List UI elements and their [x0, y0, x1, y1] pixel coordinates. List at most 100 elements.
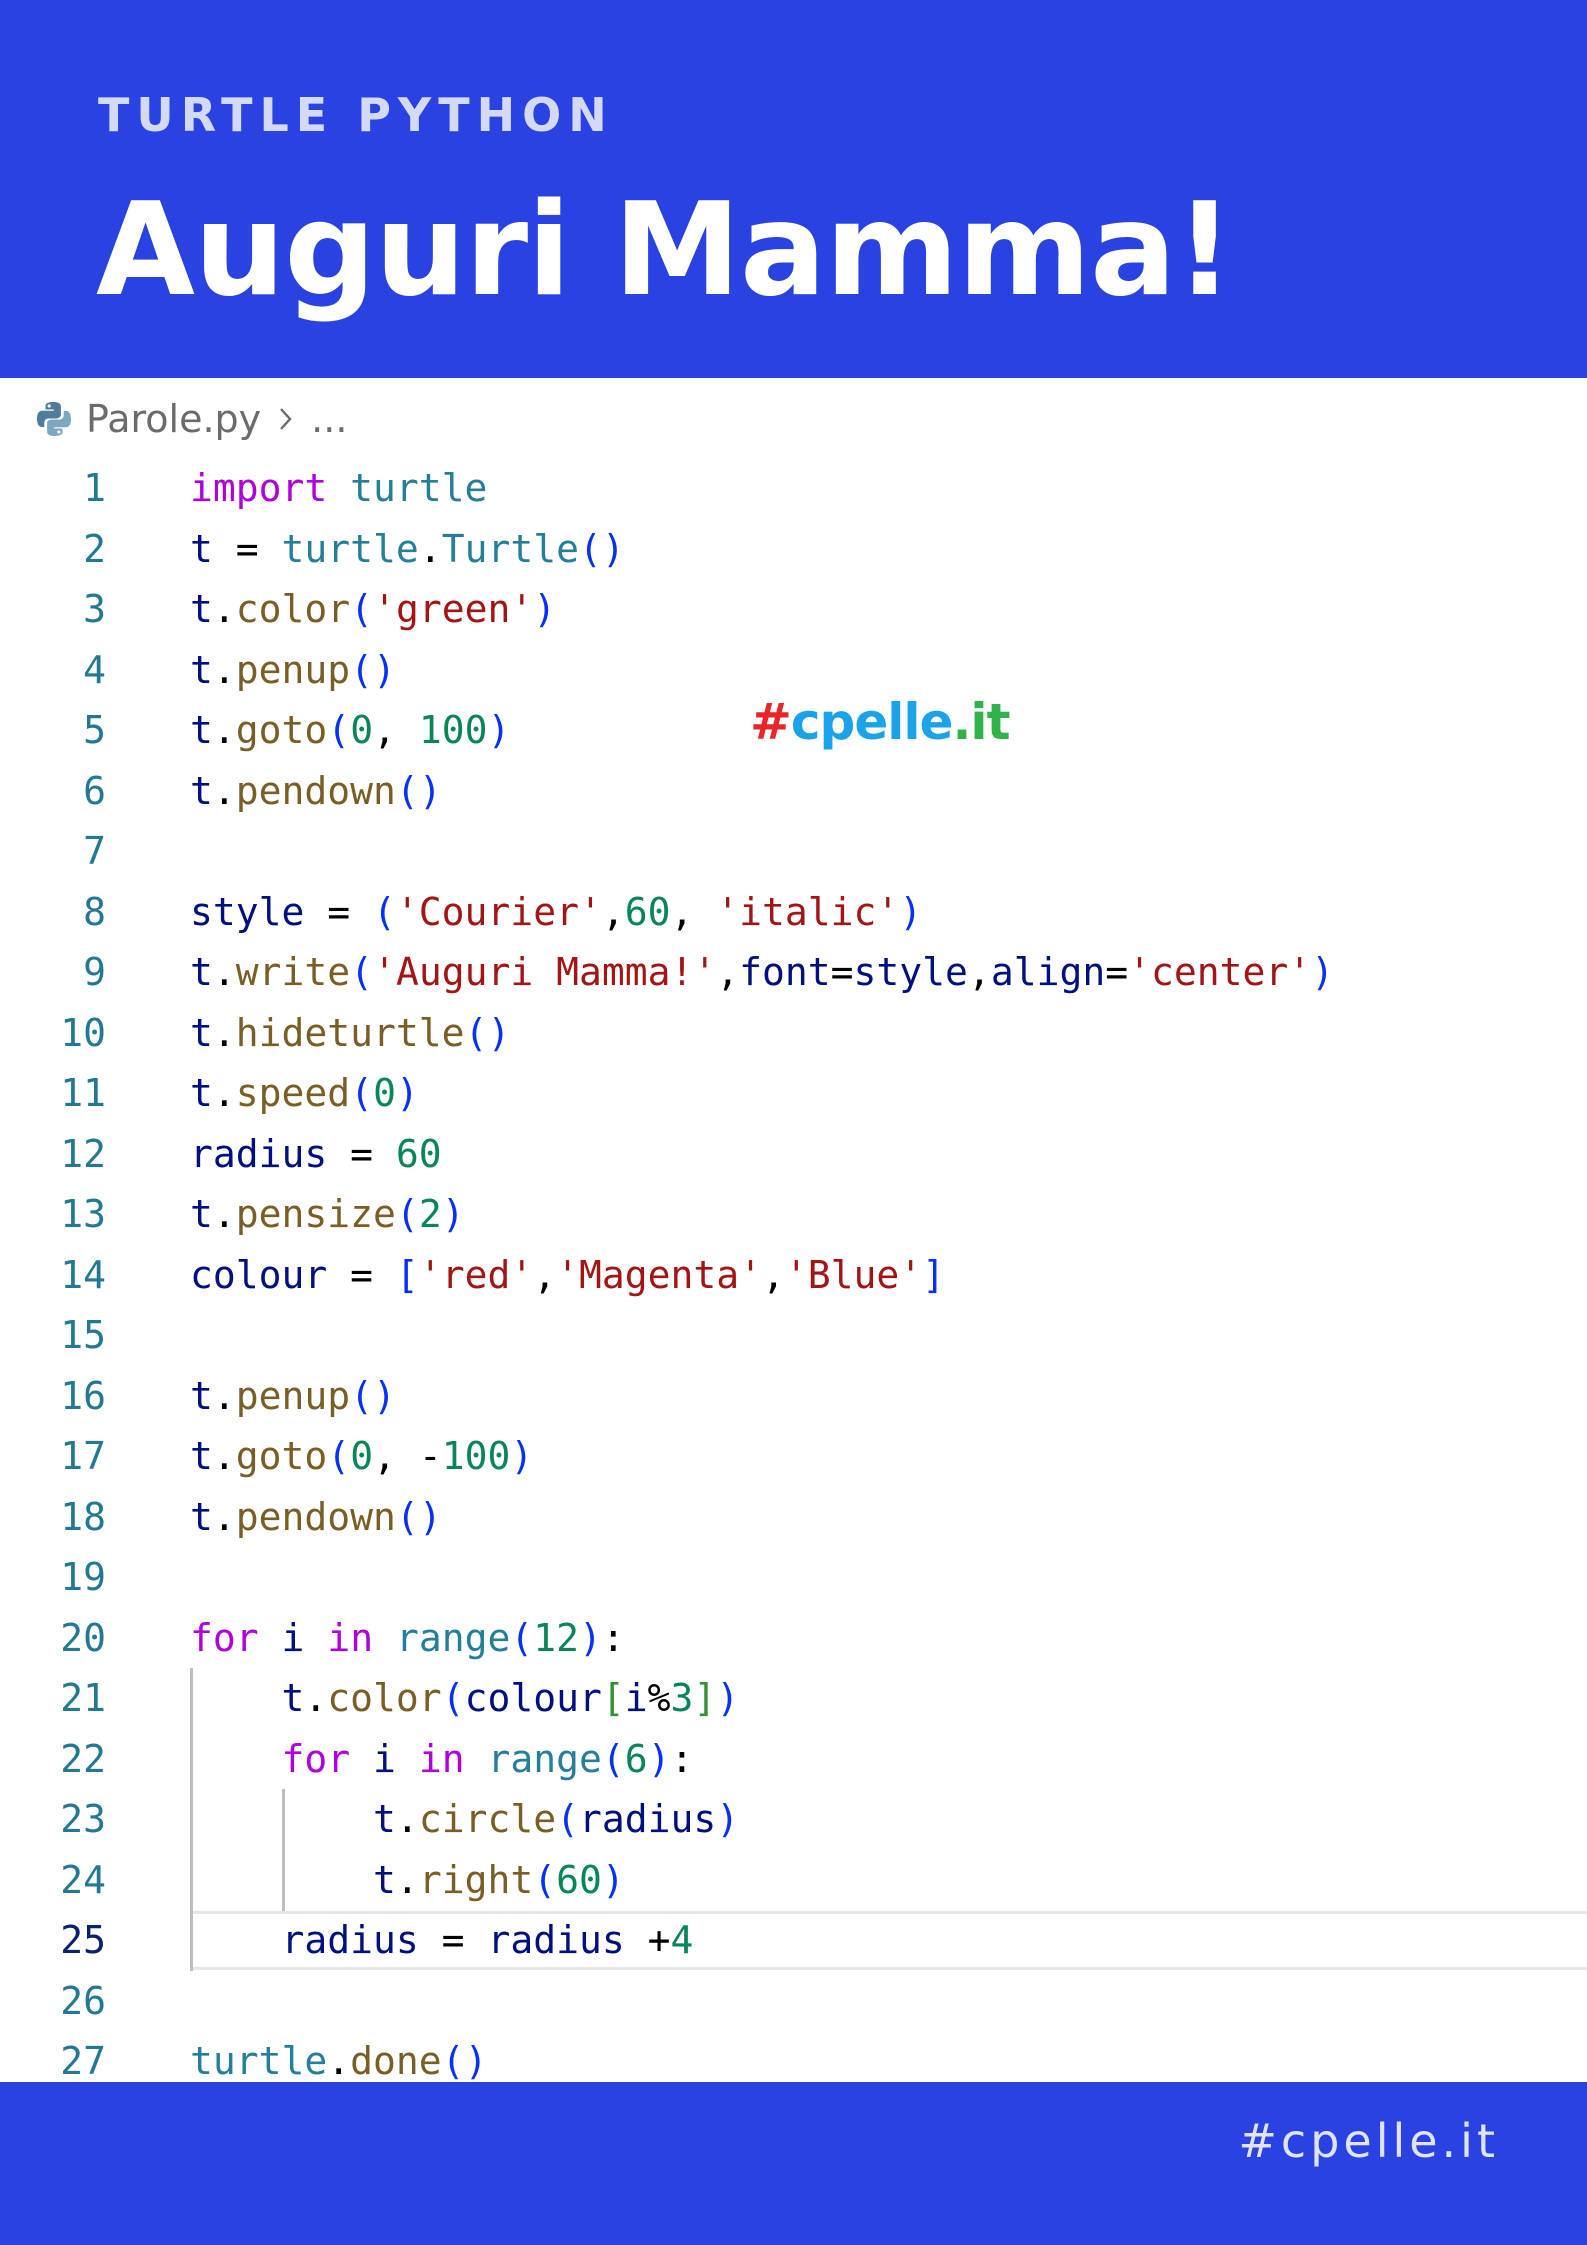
code-token: .	[212, 708, 236, 753]
code-editor[interactable]: Parole.py ... 1 import turtle 2 t = turtle.…	[0, 378, 1587, 2082]
code-text[interactable]: colour = ['red','Magenta','Blue']	[190, 1253, 945, 1297]
code-line[interactable]: 25 radius = radius +4	[0, 1910, 1587, 1971]
code-token: (	[601, 1736, 625, 1781]
code-text[interactable]: t.pendown()	[190, 769, 442, 813]
code-text[interactable]: style = ('Courier',60, 'italic')	[190, 890, 922, 934]
code-text[interactable]: t.hideturtle()	[190, 1011, 510, 1055]
code-token: )	[510, 1434, 534, 1479]
code-token: 'red'	[418, 1252, 534, 1297]
code-token: write	[235, 950, 351, 995]
code-token: :	[601, 1615, 625, 1660]
code-line[interactable]: 2 t = turtle.Turtle()	[0, 519, 1587, 580]
code-token: font	[739, 950, 831, 995]
code-token: t	[281, 1676, 305, 1721]
code-line[interactable]: 9 t.write('Auguri Mamma!',font=style,alig…	[0, 942, 1587, 1003]
code-line[interactable]: 7	[0, 821, 1587, 882]
code-line[interactable]: 11 t.speed(0)	[0, 1063, 1587, 1124]
breadcrumb-filename[interactable]: Parole.py	[86, 397, 261, 441]
code-token: right	[418, 1857, 534, 1902]
code-line[interactable]: 13 t.pensize(2)	[0, 1184, 1587, 1245]
code-token: ()	[464, 1010, 511, 1055]
code-token: )	[395, 1071, 419, 1116]
code-line[interactable]: 19	[0, 1547, 1587, 1608]
code-token: +	[624, 1918, 671, 1963]
code-text[interactable]: t.color(colour[i%3])	[190, 1676, 740, 1721]
code-text[interactable]: t.color('green')	[190, 587, 556, 631]
line-number: 11	[60, 1071, 106, 1116]
code-text[interactable]: t.penup()	[190, 648, 396, 692]
code-text[interactable]: t.pendown()	[190, 1495, 442, 1539]
code-text[interactable]: t.penup()	[190, 1374, 396, 1418]
code-text[interactable]: t.right(60)	[190, 1858, 625, 1902]
code-line[interactable]: 3 t.color('green')	[0, 579, 1587, 640]
code-token: .	[212, 950, 236, 995]
code-text[interactable]: radius = 60	[190, 1132, 442, 1176]
code-token: .	[212, 587, 236, 632]
code-line[interactable]: 27 turtle.done()	[0, 2031, 1587, 2082]
code-token: colour	[464, 1676, 602, 1721]
code-line[interactable]: 14 colour = ['red','Magenta','Blue']	[0, 1245, 1587, 1306]
code-line[interactable]: 21 t.color(colour[i%3])	[0, 1668, 1587, 1729]
code-text[interactable]: t.circle(radius)	[190, 1797, 739, 1841]
code-text[interactable]: t.goto(0, 100)	[190, 708, 510, 752]
code-line[interactable]: 22 for i in range(6):	[0, 1729, 1587, 1790]
line-number: 8	[83, 889, 106, 934]
code-token: radius	[578, 1797, 717, 1842]
breadcrumb[interactable]: Parole.py ...	[34, 394, 347, 444]
code-text[interactable]: t = turtle.Turtle()	[190, 527, 625, 571]
code-token: goto	[235, 1434, 328, 1479]
code-line[interactable]: 23 t.circle(radius)	[0, 1789, 1587, 1850]
code-text[interactable]: t.speed(0)	[190, 1071, 419, 1115]
code-text[interactable]: t.pensize(2)	[190, 1192, 465, 1236]
code-token: colour	[190, 1252, 328, 1297]
breadcrumb-ellipsis[interactable]: ...	[311, 397, 347, 441]
code-token: import	[190, 466, 328, 511]
code-line[interactable]: 20 for i in range(12):	[0, 1608, 1587, 1669]
code-text[interactable]: radius = radius +4	[190, 1918, 694, 1963]
line-number: 7	[83, 829, 106, 874]
code-token: )	[1311, 950, 1335, 995]
code-text[interactable]: for i in range(6):	[190, 1736, 694, 1781]
line-number: 17	[60, 1434, 106, 1479]
line-number: 15	[60, 1313, 106, 1358]
code-token: t	[190, 1373, 213, 1418]
watermark-name: cpelle	[790, 693, 954, 751]
line-number: 27	[60, 2039, 106, 2082]
code-token: align	[990, 950, 1106, 995]
code-line[interactable]: 18 t.pendown()	[0, 1487, 1587, 1548]
code-token: t	[190, 768, 213, 813]
code-text[interactable]: turtle.done()	[190, 2039, 487, 2082]
code-token: ]	[693, 1676, 717, 1721]
code-token: i	[373, 1736, 396, 1781]
code-text[interactable]: import turtle	[190, 466, 487, 510]
code-token: ()	[350, 647, 396, 692]
code-text[interactable]: t.goto(0, -100)	[190, 1434, 533, 1478]
code-token: turtle	[281, 526, 419, 571]
code-token: )	[716, 1797, 740, 1842]
code-token: t	[190, 950, 213, 995]
code-line[interactable]: 16 t.penup()	[0, 1366, 1587, 1427]
code-token: t	[190, 708, 213, 753]
code-line[interactable]: 12 radius = 60	[0, 1124, 1587, 1185]
code-line[interactable]: 1 import turtle	[0, 458, 1587, 519]
code-token: )	[487, 708, 511, 753]
code-line[interactable]: 10 t.hideturtle()	[0, 1003, 1587, 1064]
code-token: radius	[487, 1918, 625, 1963]
code-token: =	[418, 1918, 488, 1963]
code-line[interactable]: 17 t.goto(0, -100)	[0, 1426, 1587, 1487]
code-line[interactable]: 24 t.right(60)	[0, 1850, 1587, 1911]
code-line[interactable]: 8 style = ('Courier',60, 'italic')	[0, 882, 1587, 943]
code-line[interactable]: 15	[0, 1305, 1587, 1366]
code-text[interactable]: t.write('Auguri Mamma!',font=style,align…	[190, 950, 1334, 994]
code-line[interactable]: 26	[0, 1971, 1587, 2032]
code-line[interactable]: 4 t.penup()	[0, 640, 1587, 701]
code-line[interactable]: 6 t.pendown()	[0, 761, 1587, 822]
code-text[interactable]: for i in range(12):	[190, 1616, 625, 1660]
line-number: 16	[60, 1373, 106, 1418]
code-token: for	[190, 1615, 259, 1660]
code-token: speed	[235, 1071, 351, 1116]
code-token: .	[395, 1857, 419, 1902]
